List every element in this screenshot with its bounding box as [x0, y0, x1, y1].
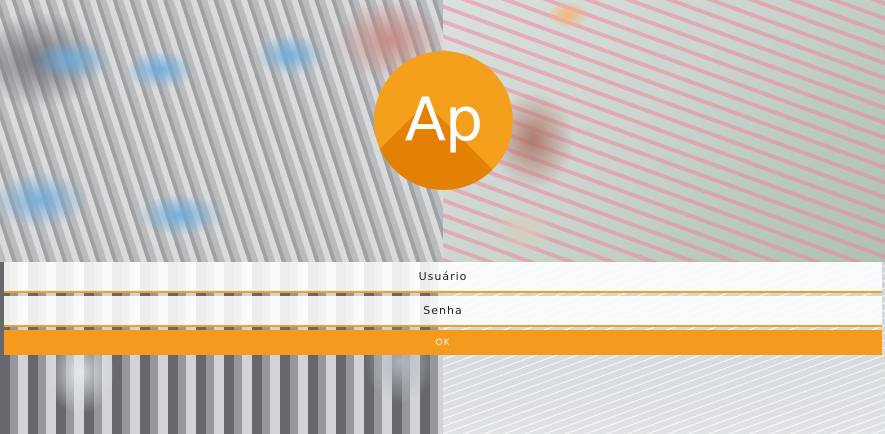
- username-input[interactable]: [4, 262, 882, 293]
- login-screen: Ap OK: [0, 0, 885, 434]
- app-logo: Ap: [374, 51, 513, 190]
- ok-button[interactable]: OK: [4, 330, 882, 355]
- logo-text: Ap: [404, 85, 483, 155]
- login-form: OK: [4, 262, 882, 355]
- password-input[interactable]: [4, 296, 882, 327]
